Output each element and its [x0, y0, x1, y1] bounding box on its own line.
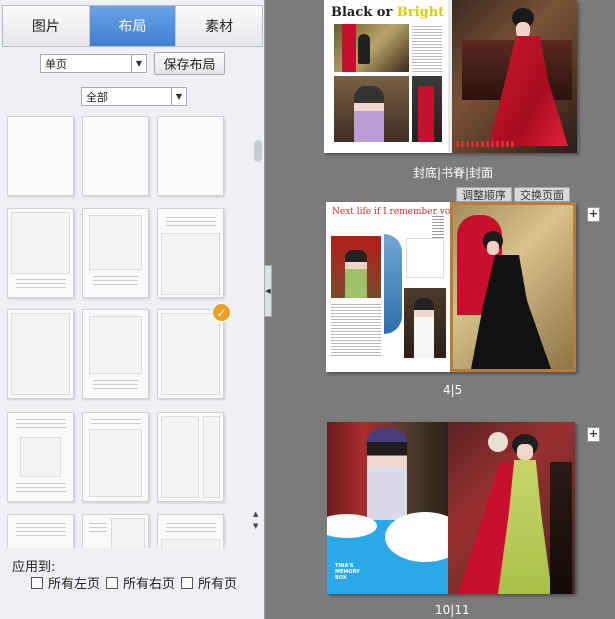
spread-label: 4|5 — [443, 383, 463, 397]
tab-materials[interactable]: 素材 — [176, 6, 262, 46]
chevron-down-icon[interactable]: ▼ — [131, 55, 146, 72]
layout-thumbnail[interactable] — [82, 514, 149, 548]
text-column — [331, 302, 381, 356]
spread-4-5[interactable]: Next life if I remember you — [326, 202, 576, 372]
layout-thumbnail[interactable] — [7, 309, 74, 399]
panel-collapse-handle[interactable]: ◀ — [264, 265, 272, 317]
spread-label: 封底|书脊|封面 — [413, 166, 494, 180]
scroll-down-icon[interactable]: ▼ — [253, 522, 258, 530]
save-layout-button[interactable]: 保存布局 — [154, 52, 225, 75]
page-10[interactable]: TINA'S MEMORY BOX — [327, 422, 448, 594]
layout-thumbnail[interactable] — [82, 309, 149, 399]
check-icon: ✓ — [212, 303, 231, 322]
decorative-shape — [327, 512, 448, 594]
decorative-shape — [406, 238, 444, 278]
layout-thumbnail[interactable] — [7, 514, 74, 548]
layout-panel: 图片 布局 素材 单页 ▼ 保存布局 全部 ▼ ✓ ▲ ▼ 应用到: 所有左页 … — [0, 0, 265, 619]
photo-placeholder — [404, 288, 446, 358]
page-back-cover[interactable]: Black or Bright Liner — [324, 0, 448, 153]
swap-pages-button[interactable]: 交换页面 — [514, 187, 570, 202]
photo-placeholder — [550, 462, 572, 594]
page-11[interactable] — [448, 422, 575, 594]
text-line — [456, 141, 516, 147]
spread-title: Black or Bright Liner — [331, 5, 448, 20]
checkbox-box[interactable] — [181, 576, 193, 589]
checkbox-box[interactable] — [106, 576, 118, 589]
spread-cover[interactable]: Black or Bright Liner — [324, 0, 577, 153]
page-type-select[interactable]: 单页 ▼ — [40, 54, 147, 73]
layout-thumbnail[interactable] — [82, 412, 149, 502]
scrollbar-thumb[interactable] — [254, 140, 262, 162]
apply-all-right-checkbox[interactable]: 所有右页 — [106, 573, 175, 592]
photo-placeholder — [516, 22, 530, 38]
page-type-value: 单页 — [45, 57, 67, 71]
layout-thumbnail[interactable] — [7, 208, 74, 298]
panel-tabs: 图片 布局 素材 — [2, 5, 263, 47]
page-caption: TINA'S MEMORY BOX — [335, 563, 360, 581]
photo-placeholder — [334, 76, 409, 142]
chevron-left-icon: ◀ — [265, 287, 271, 295]
tab-images[interactable]: 图片 — [3, 6, 90, 46]
layout-filter-select[interactable]: 全部 ▼ — [81, 87, 187, 106]
photo-placeholder — [334, 24, 409, 72]
apply-all-left-checkbox[interactable]: 所有左页 — [31, 573, 100, 592]
spread-label: 10|11 — [435, 603, 470, 617]
title-prefix: Black or — [331, 5, 397, 20]
layout-thumbnail-selected[interactable] — [157, 309, 224, 399]
layout-thumbnail-grid — [3, 116, 249, 548]
photo-placeholder — [487, 241, 499, 255]
add-page-icon[interactable]: + — [587, 207, 600, 222]
chevron-down-icon[interactable]: ▼ — [171, 88, 186, 105]
page-front-cover[interactable] — [452, 0, 577, 153]
text-column — [412, 24, 442, 72]
layout-scrollbar[interactable]: ▲ ▼ — [251, 120, 263, 538]
photo-placeholder — [331, 236, 381, 298]
layout-thumbnail[interactable] — [157, 208, 224, 298]
photo-placeholder — [488, 432, 508, 452]
layout-thumbnail[interactable] — [82, 208, 149, 298]
apply-to-section: 应用到: 所有左页 所有右页 所有页 — [0, 548, 264, 619]
spread-10-11[interactable]: TINA'S MEMORY BOX — [327, 422, 575, 594]
apply-all-left-label: 所有左页 — [48, 577, 101, 592]
layout-filter-value: 全部 — [86, 90, 108, 104]
layout-thumbnail[interactable] — [7, 412, 74, 502]
scroll-up-icon[interactable]: ▲ — [253, 510, 258, 518]
adjust-order-button[interactable]: 调整顺序 — [456, 187, 512, 202]
tab-layout[interactable]: 布局 — [89, 6, 177, 46]
decorative-shape — [384, 234, 402, 334]
add-page-icon[interactable]: + — [587, 427, 600, 442]
photo-placeholder — [327, 422, 448, 520]
apply-all-pages-label: 所有页 — [198, 577, 238, 592]
layout-thumbnail[interactable] — [157, 412, 224, 502]
photo-placeholder — [517, 444, 533, 460]
page-5[interactable] — [450, 202, 576, 372]
apply-all-right-label: 所有右页 — [123, 577, 176, 592]
layout-thumbnail[interactable] — [157, 514, 224, 548]
checkbox-box[interactable] — [31, 576, 43, 589]
layout-thumbnail[interactable] — [82, 116, 149, 196]
title-highlight: Bright Liner — [396, 5, 448, 20]
apply-all-pages-checkbox[interactable]: 所有页 — [181, 573, 237, 592]
layout-thumbnail[interactable] — [7, 116, 74, 196]
photo-placeholder — [412, 76, 442, 142]
layout-thumbnail[interactable] — [157, 116, 224, 196]
page-4[interactable]: Next life if I remember you — [326, 202, 450, 372]
